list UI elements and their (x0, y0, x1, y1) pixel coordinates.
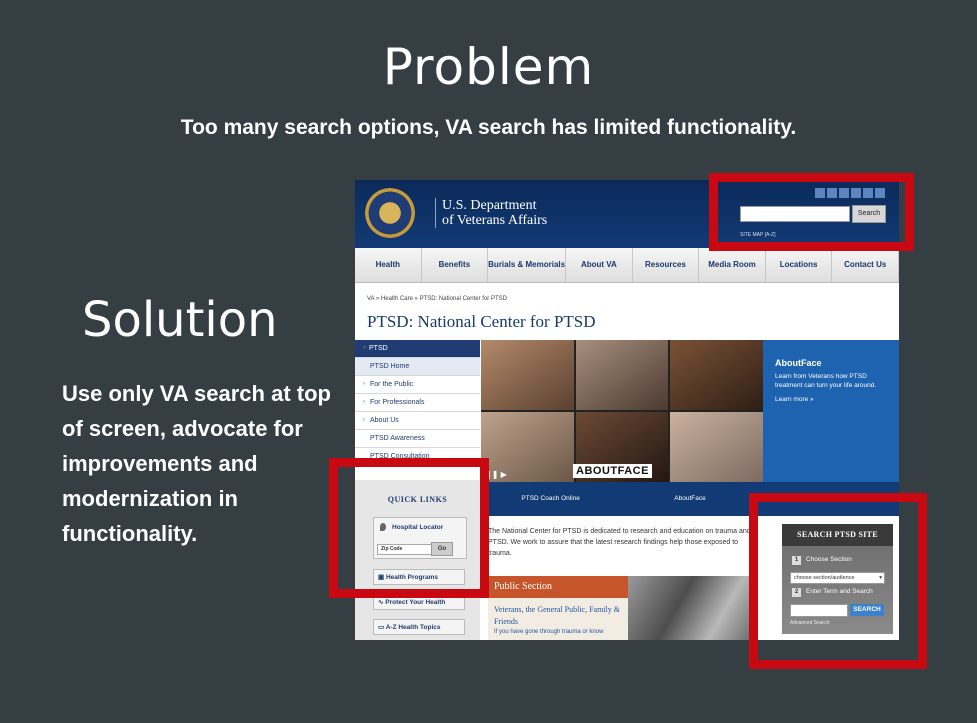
veteran-photo-grid[interactable] (481, 340, 763, 482)
sidenav-for-the-public[interactable]: › For the Public (355, 376, 480, 394)
solution-title: Solution (82, 292, 278, 348)
highlight-box-ptsd-search (749, 493, 927, 669)
aboutface-learn-more-link[interactable]: Learn more » (775, 396, 814, 403)
page-title: PTSD: National Center for PTSD (367, 312, 596, 331)
sidenav-ptsd-home[interactable]: PTSD Home (355, 358, 480, 376)
main-nav: Health Benefits Burials & Memorials Abou… (355, 248, 899, 283)
agency-name-line1: U.S. Department (442, 198, 537, 213)
agency-name[interactable]: U.S. Department of Veterans Affairs (435, 198, 547, 228)
public-section-title: Public Section (488, 576, 628, 598)
aboutface-text: Learn from Veterans how PTSD treatment c… (775, 373, 877, 389)
intro-text: The National Center for PTSD is dedicate… (488, 528, 751, 557)
veteran-photo (481, 340, 574, 410)
caret-down-icon: ▾ (363, 345, 367, 351)
nav-contact-us[interactable]: Contact Us (832, 248, 899, 282)
side-nav: ▾ PTSD PTSD Home › For the Public › For Pro… (355, 340, 480, 466)
va-seal-logo (365, 188, 415, 238)
keyboard-icon: ▭ (378, 624, 386, 631)
tab-ptsd-coach-online[interactable]: PTSD Coach Online (481, 482, 620, 516)
quick-link-az-health-topics[interactable]: ▭ A-Z Health Topics (373, 619, 465, 635)
highlight-box-va-search (709, 173, 914, 251)
tab-aboutface[interactable]: AboutFace (620, 482, 759, 516)
public-section-text: If you have gone through trauma or know (494, 629, 604, 635)
aboutface-title: AboutFace (775, 358, 822, 368)
solution-body: Use only VA search at top of screen, adv… (62, 381, 331, 546)
nav-locations[interactable]: Locations (766, 248, 833, 282)
sidenav-ptsd[interactable]: ▾ PTSD (355, 340, 480, 358)
aboutface-panel: AboutFace Learn from Veterans how PTSD t… (763, 340, 899, 482)
sidenav-for-professionals[interactable]: › For Professionals (355, 394, 480, 412)
nav-about-va[interactable]: About VA (566, 248, 633, 282)
public-section-photo (628, 576, 758, 640)
veteran-photo (575, 340, 669, 410)
nav-health[interactable]: Health (355, 248, 422, 282)
nav-benefits[interactable]: Benefits (422, 248, 489, 282)
slide-subtitle: Too many search options, VA search has l… (180, 116, 797, 139)
public-section: Public Section Veterans, the General Pub… (488, 576, 628, 640)
agency-name-line2: of Veterans Affairs (442, 213, 548, 228)
aboutface-logo: ABOUTFACE (573, 464, 652, 478)
veteran-photo (670, 340, 763, 410)
highlight-box-quick-links (329, 458, 489, 598)
public-section-link[interactable]: Veterans, the General Public, Family & F… (494, 604, 624, 628)
sidenav-about-us[interactable]: › About Us (355, 412, 480, 430)
caret-right-icon: › (363, 399, 365, 405)
slide-title: Problem (382, 38, 595, 96)
caret-right-icon: › (363, 381, 365, 387)
caret-right-icon: › (363, 417, 365, 423)
nav-burials-memorials[interactable]: Burials & Memorials (488, 248, 567, 282)
sidenav-ptsd-awareness[interactable]: PTSD Awareness (355, 430, 480, 448)
nav-media-room[interactable]: Media Room (699, 248, 766, 282)
nav-resources[interactable]: Resources (633, 248, 700, 282)
breadcrumb[interactable]: VA » Health Care » PTSD: National Center… (367, 296, 507, 302)
veteran-photo (670, 412, 763, 482)
